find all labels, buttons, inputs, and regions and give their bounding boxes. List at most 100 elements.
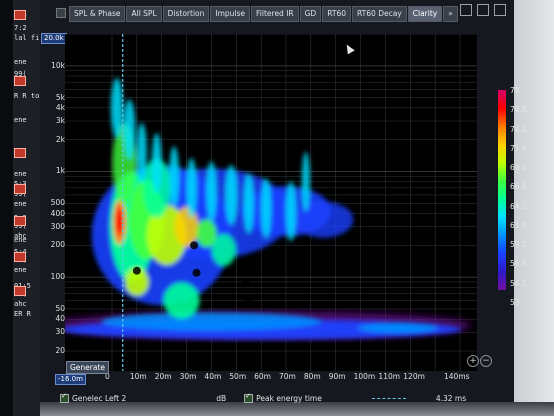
color-scale-label: 76.8 xyxy=(510,105,527,115)
tab-filtered-ir[interactable]: Filtered IR xyxy=(251,6,299,22)
energy-blob xyxy=(261,178,272,239)
energy-blob xyxy=(301,151,310,212)
x-tick-label: 40m xyxy=(204,372,222,381)
tab-distortion[interactable]: Distortion xyxy=(162,6,210,22)
color-scale-label: 66.8 xyxy=(510,182,527,192)
top-frequency-box[interactable]: 20.0k xyxy=(41,33,67,44)
energy-blob xyxy=(186,157,197,218)
panel-row-text: 7:2 xyxy=(14,24,27,32)
y-tick-label: 1k xyxy=(55,166,65,176)
window-toolbar xyxy=(460,4,506,16)
measurement-color-swatch[interactable] xyxy=(14,286,26,296)
y-tick-label: 5k xyxy=(55,92,65,102)
color-scale-bar xyxy=(498,90,506,290)
energy-hole xyxy=(192,268,201,277)
x-tick-label: 60m xyxy=(254,372,271,381)
x-tick-label: 30m xyxy=(179,372,197,381)
measurement-color-swatch[interactable] xyxy=(14,10,26,20)
x-tick-label: 50m xyxy=(229,372,247,381)
x-tick-label: 140ms xyxy=(444,372,470,381)
energy-blob xyxy=(285,181,296,242)
peak-energy-checkbox[interactable] xyxy=(244,392,254,403)
x-tick-label: 10m xyxy=(129,372,147,381)
measurement-color-swatch[interactable] xyxy=(14,184,26,194)
x-tick-label: 110m xyxy=(378,372,401,381)
peak-energy-line xyxy=(371,397,406,399)
energy-blob xyxy=(110,77,123,138)
tab-[interactable]: » xyxy=(443,6,458,22)
peak-energy-value: 4.32 ms xyxy=(435,393,467,403)
measurement-name: Genelec Left 2 xyxy=(72,393,127,403)
y-tick-label: 400 xyxy=(50,208,65,218)
y-tick-label: 4k xyxy=(55,102,65,112)
zoom-in-bottom-icon[interactable]: + xyxy=(467,355,479,367)
energy-blob xyxy=(243,173,254,234)
y-tick-label: 100 xyxy=(50,272,65,282)
energy-blob xyxy=(101,312,322,331)
tab-gd[interactable]: GD xyxy=(299,6,322,22)
panel-row-text: ene xyxy=(14,170,27,178)
tab-impulse[interactable]: Impulse xyxy=(210,6,251,22)
y-tick-label: 30 xyxy=(55,327,65,337)
generate-button[interactable]: Generate xyxy=(66,361,110,374)
screen-bezel xyxy=(0,402,554,416)
bottom-time-box[interactable]: -16.0m xyxy=(55,374,86,385)
y-tick-label: 200 xyxy=(50,240,65,250)
tab-rt60[interactable]: RT60 xyxy=(322,6,352,22)
peak-energy-label: Peak energy time xyxy=(256,393,322,403)
panel-row-text: R R to xyxy=(14,92,40,100)
measurement-color-swatch[interactable] xyxy=(14,148,26,158)
energy-blob xyxy=(169,146,180,207)
energy-blob xyxy=(293,201,354,238)
measurement-color-swatch[interactable] xyxy=(14,252,26,262)
tab-rt60-decay[interactable]: RT60 Decay xyxy=(352,6,407,22)
panel-row-text: lal fil xyxy=(14,34,40,42)
energy-blob xyxy=(136,122,147,183)
measurement-color-swatch[interactable] xyxy=(14,216,26,226)
legend-bar: Genelec Left 2 dB Peak energy time 4.32 … xyxy=(60,392,514,403)
y-tick-label: 2k xyxy=(55,134,65,144)
zoom-out-bottom-icon[interactable]: − xyxy=(480,355,492,367)
panel-edge xyxy=(0,0,13,416)
panel-row-text: ene xyxy=(14,236,27,244)
color-scale-label: 61.8 xyxy=(510,220,527,230)
energy-hole xyxy=(242,277,251,286)
x-tick-label: 90m xyxy=(328,372,346,381)
window-icon[interactable] xyxy=(460,4,472,16)
tab-spl-phase[interactable]: SPL & Phase xyxy=(69,6,126,22)
left-measurement-panel: ene7:2lal filene99(ahcR R toeneene5:399(… xyxy=(0,0,40,416)
tab-clarity[interactable]: Clarity xyxy=(407,6,443,22)
color-scale-label: 74.2 xyxy=(510,124,527,134)
y-tick-label: 40 xyxy=(55,314,65,324)
energy-blob xyxy=(174,206,199,247)
panel-row-text: ene xyxy=(14,200,27,208)
color-scale-label: 59.2 xyxy=(510,240,527,250)
close-icon[interactable] xyxy=(494,4,506,16)
measurement-checkbox[interactable] xyxy=(60,392,69,403)
tab-all-spl[interactable]: All SPL xyxy=(126,6,162,22)
y-tick-label: 10k xyxy=(51,60,65,70)
panel-row-text: ahc xyxy=(14,300,27,308)
energy-blob xyxy=(163,282,200,319)
color-scale-label: 78 xyxy=(510,86,520,95)
spectrogram-plot[interactable] xyxy=(65,34,477,371)
tab-checkbox[interactable] xyxy=(56,8,66,18)
panel-row-text: ene xyxy=(14,116,27,124)
color-scale-label: 53 xyxy=(510,298,520,307)
unit-label: dB xyxy=(216,393,227,403)
energy-blob xyxy=(211,234,236,267)
x-tick-label: 100m xyxy=(353,372,376,381)
panel-row-text: ene xyxy=(14,266,27,274)
energy-hole xyxy=(244,296,253,305)
x-tick-label: 20m xyxy=(154,372,172,381)
panel-row-text: ene xyxy=(14,58,27,66)
rew-window: SPL & Phase All SPL Distortion Impulse Filte… xyxy=(40,0,527,403)
energy-blob xyxy=(206,161,217,222)
energy-blob xyxy=(357,323,438,334)
y-tick-label: 3k xyxy=(55,116,65,126)
energy-blob xyxy=(123,99,136,160)
x-tick-label: 120m xyxy=(403,372,425,381)
measurement-color-swatch[interactable] xyxy=(14,76,26,86)
export-icon[interactable] xyxy=(477,4,489,16)
color-scale-label: 56.8 xyxy=(510,259,527,269)
